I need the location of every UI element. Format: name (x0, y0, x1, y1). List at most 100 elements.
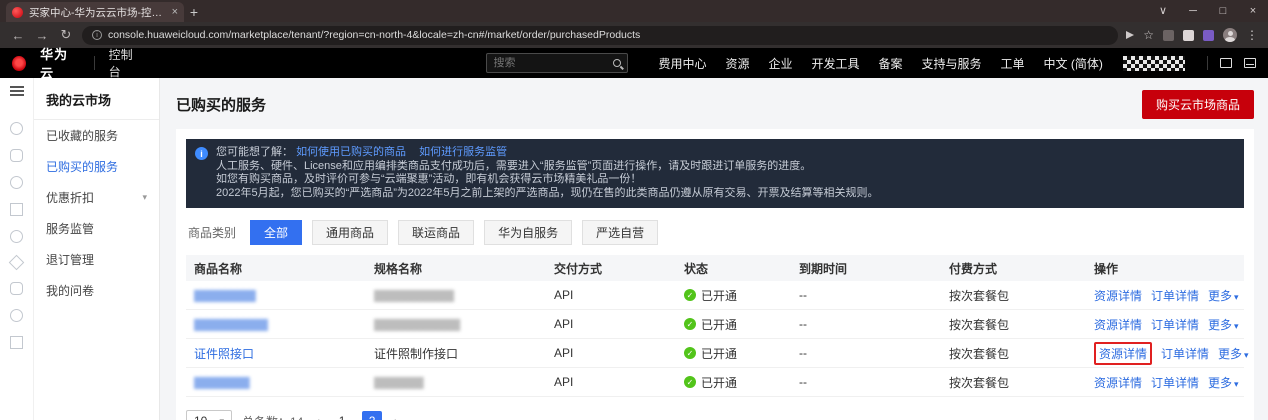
resource-details-link[interactable]: 资源详情 (1094, 287, 1142, 304)
sidebar-item-unsubscribe[interactable]: 退订管理 (34, 244, 159, 275)
tab-joint-operation[interactable]: 联运商品 (398, 220, 475, 245)
next-page-icon[interactable]: › (392, 413, 401, 420)
resource-details-link[interactable]: 资源详情 (1094, 374, 1142, 391)
extension-icon[interactable] (1203, 29, 1214, 41)
sidebar-item-purchased[interactable]: 已购买的服务 (34, 151, 159, 182)
nav-item-language[interactable]: 中文 (简体) (1044, 55, 1103, 72)
more-link[interactable]: 更多 ▾ (1218, 345, 1249, 362)
sidebar-item-label: 优惠折扣 (46, 191, 95, 205)
sidebar-item-label: 已收藏的服务 (46, 129, 119, 143)
order-details-link[interactable]: 订单详情 (1151, 287, 1199, 304)
forward-icon[interactable]: → (34, 28, 50, 43)
delivery-method: API (554, 317, 574, 331)
spec-name: █████████████ (374, 291, 454, 302)
window-close-icon[interactable]: × (1238, 0, 1268, 22)
sidebar-item-favorites[interactable]: 已收藏的服务 (34, 120, 159, 151)
header-divider (1206, 56, 1208, 70)
sidebar-item-survey[interactable]: 我的问卷 (34, 275, 159, 306)
product-name-link[interactable]: █████████ (194, 378, 250, 389)
status-open-icon: ✓ (684, 347, 696, 359)
nav-item-enterprise[interactable]: 企业 (768, 55, 792, 72)
notice-prefix: 您可能想了解： (216, 146, 293, 158)
nav-item-support[interactable]: 支持与服务 (922, 55, 982, 72)
browser-profile-avatar[interactable] (1223, 28, 1237, 42)
payment-mode: 按次套餐包 (949, 375, 1010, 390)
service-shortcut-icon[interactable] (10, 122, 23, 135)
status-open-icon: ✓ (684, 376, 696, 388)
url-field[interactable]: i console.huaweicloud.com/marketplace/te… (82, 25, 1119, 45)
resource-details-link[interactable]: 资源详情 (1094, 316, 1142, 333)
mail-icon[interactable] (1243, 58, 1256, 68)
browser-menu-icon[interactable]: ⋮ (1246, 28, 1258, 42)
service-shortcut-icon[interactable] (10, 230, 23, 243)
how-to-use-link[interactable]: 如何使用已购买的商品 (296, 146, 406, 158)
nav-item-resources[interactable]: 资源 (725, 55, 749, 72)
sidebar-item-supervision[interactable]: 服务监管 (34, 213, 159, 244)
header-search-box[interactable] (486, 53, 629, 73)
extension-icon[interactable] (1183, 29, 1194, 41)
bookmark-star-icon[interactable]: ☆ (1143, 28, 1154, 42)
order-details-link[interactable]: 订单详情 (1161, 345, 1209, 362)
console-header: 华为云 控制台 费用中心 资源 企业 开发工具 备案 支持与服务 工单 中文 (… (0, 46, 1268, 81)
spec-name: 证件照制作接口 (374, 346, 459, 361)
tab-close-icon[interactable]: × (172, 6, 178, 18)
more-link[interactable]: 更多 ▾ (1208, 287, 1239, 304)
nav-item-billing[interactable]: 费用中心 (658, 55, 706, 72)
window-menu-icon[interactable]: ∨ (1148, 0, 1178, 22)
tab-strict-selection[interactable]: 严选自营 (582, 220, 659, 245)
page-2-button[interactable]: 2 (362, 411, 383, 420)
tab-general[interactable]: 通用商品 (312, 220, 389, 245)
service-shortcut-icon[interactable] (8, 254, 25, 271)
nav-item-ticket[interactable]: 工单 (1001, 55, 1025, 72)
maximize-icon[interactable]: □ (1208, 0, 1238, 22)
more-link[interactable]: 更多 ▾ (1208, 374, 1239, 391)
service-shortcut-icon[interactable] (10, 203, 23, 216)
send-icon[interactable] (1126, 31, 1135, 39)
brand-text[interactable]: 华为云 (40, 44, 80, 82)
page-1-button[interactable]: 1 (332, 411, 352, 420)
product-name-link[interactable]: ████████████ (194, 320, 268, 331)
expiry-time: -- (799, 375, 807, 389)
service-shortcut-icon[interactable] (10, 176, 23, 189)
console-layout-icon[interactable] (1219, 58, 1232, 68)
site-info-icon[interactable]: i (92, 30, 102, 40)
prev-page-icon[interactable]: ‹ (313, 413, 322, 420)
new-tab-button[interactable]: + (184, 2, 204, 22)
spec-name: ██████████████ (374, 320, 460, 331)
account-name-redacted[interactable] (1122, 55, 1185, 71)
search-icon[interactable] (613, 59, 622, 67)
expiry-time: -- (799, 346, 807, 360)
header-right-icons (1206, 56, 1256, 70)
tab-huawei-self-service[interactable]: 华为自服务 (484, 220, 573, 245)
nav-item-devtools[interactable]: 开发工具 (811, 55, 859, 72)
buy-marketplace-product-button[interactable]: 购买云市场商品 (1141, 90, 1254, 119)
service-shortcut-icon[interactable] (10, 309, 23, 322)
resource-details-link[interactable]: 资源详情 (1099, 347, 1147, 361)
order-details-link[interactable]: 订单详情 (1151, 316, 1199, 333)
delivery-method: API (554, 346, 574, 360)
extension-icon[interactable] (1163, 29, 1174, 41)
how-to-supervise-link[interactable]: 如何进行服务监管 (419, 146, 507, 158)
product-name-link[interactable]: 证件照接口 (194, 347, 254, 361)
order-details-link[interactable]: 订单详情 (1151, 374, 1199, 391)
huawei-logo-icon[interactable] (12, 55, 27, 71)
hamburger-menu-icon[interactable] (9, 86, 24, 96)
browser-tab[interactable]: 买家中心-华为云云市场-控制台 × (6, 2, 184, 22)
page-size-select[interactable]: 10 ▾ (186, 410, 232, 420)
sidebar-item-label: 我的问卷 (46, 284, 95, 298)
product-name-link[interactable]: ██████████ (194, 291, 256, 302)
table-row: ██████████ █████████████ API ✓ 已开通 -- 按次套… (186, 281, 1244, 310)
back-icon[interactable]: ← (10, 28, 26, 43)
console-link[interactable]: 控制台 (109, 46, 143, 80)
refresh-icon[interactable]: ↻ (58, 27, 74, 43)
tab-all[interactable]: 全部 (250, 220, 303, 245)
search-input[interactable] (493, 57, 614, 69)
service-shortcut-icon[interactable] (10, 282, 23, 295)
nav-item-icp[interactable]: 备案 (879, 55, 903, 72)
more-link[interactable]: 更多 ▾ (1208, 316, 1239, 333)
minimize-icon[interactable]: ─ (1178, 0, 1208, 22)
payment-mode: 按次套餐包 (949, 317, 1010, 332)
service-shortcut-icon[interactable] (10, 149, 23, 162)
service-shortcut-icon[interactable] (10, 336, 23, 349)
sidebar-item-discounts[interactable]: 优惠折扣 ▾ (34, 182, 159, 213)
